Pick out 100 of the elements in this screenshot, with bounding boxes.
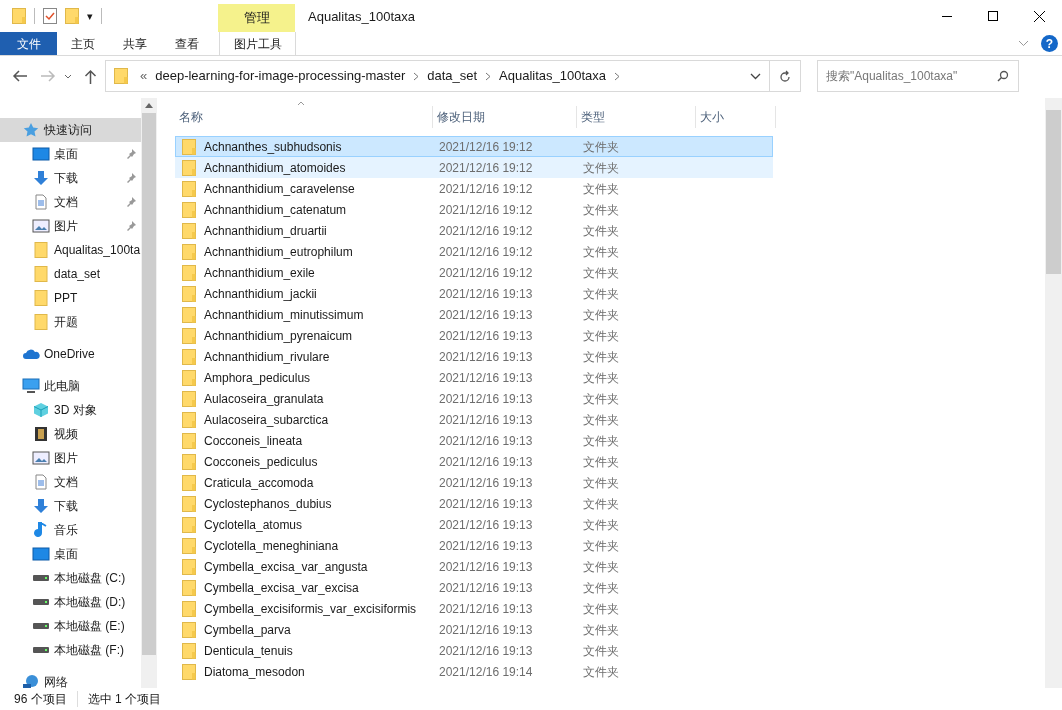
nav-item[interactable]: 3D 对象 <box>0 398 141 422</box>
nav-item[interactable]: 下载 <box>0 494 141 518</box>
nav-item[interactable]: 本地磁盘 (C:) <box>0 566 141 590</box>
chevron-right-icon[interactable] <box>614 71 621 81</box>
back-arrow-icon[interactable] <box>12 69 28 83</box>
column-header[interactable]: 类型 <box>577 106 696 128</box>
nav-item[interactable]: 文档 <box>0 470 141 494</box>
breadcrumb-segment[interactable]: deep-learning-for-image-processing-master <box>155 66 406 86</box>
nav-item[interactable]: 本地磁盘 (D:) <box>0 590 141 614</box>
scrollbar-thumb[interactable] <box>1046 110 1061 274</box>
search-field[interactable]: 搜索"Aqualitas_100taxa" <box>817 60 1019 92</box>
scrollbar[interactable] <box>1045 98 1062 688</box>
download-arrow-icon <box>32 170 50 186</box>
drive-icon <box>32 598 50 606</box>
modified-date: 2021/12/16 19:12 <box>438 243 534 261</box>
file-row[interactable]: Cymbella_excisa_var_excisa 2021/12/16 19:13 文件夹 <box>175 577 773 598</box>
address-bar[interactable]: « deep-learning-for-image-processing-master data_set Aqualitas_100taxa <box>105 60 801 92</box>
scrollbar[interactable] <box>141 98 157 688</box>
ribbon-tab[interactable]: 图片工具 <box>219 32 296 55</box>
ribbon-tab[interactable]: 共享 <box>109 32 161 55</box>
column-header[interactable]: 名称 <box>175 106 433 128</box>
file-row[interactable]: Cocconeis_pediculus 2021/12/16 19:13 文件夹 <box>175 451 773 472</box>
ribbon-tab[interactable]: 查看 <box>161 32 213 55</box>
item-type: 文件夹 <box>582 327 619 345</box>
nav-item[interactable]: 图片 <box>0 214 141 238</box>
nav-section[interactable]: 网络 <box>0 670 141 688</box>
nav-item[interactable]: data_set <box>0 262 141 286</box>
file-row[interactable]: Cymbella_parva 2021/12/16 19:13 文件夹 <box>175 619 773 640</box>
column-header[interactable]: 修改日期 <box>433 106 577 128</box>
file-row[interactable]: Cyclotella_atomus 2021/12/16 19:13 文件夹 <box>175 514 773 535</box>
nav-item[interactable]: 下载 <box>0 166 141 190</box>
file-row[interactable]: Achnanthidium_rivulare 2021/12/16 19:13 文件夹 <box>175 346 773 367</box>
refresh-icon[interactable] <box>779 69 791 83</box>
file-row[interactable]: Achnanthes_subhudsonis 2021/12/16 19:12 文件夹 <box>175 136 773 157</box>
expand-ribbon-icon[interactable] <box>1018 40 1029 47</box>
file-row[interactable]: Achnanthidium_caravelense 2021/12/16 19:12 文件夹 <box>175 178 773 199</box>
file-row[interactable]: Cocconeis_lineata 2021/12/16 19:13 文件夹 <box>175 430 773 451</box>
forward-arrow-icon[interactable] <box>40 69 56 83</box>
nav-item[interactable]: 桌面 <box>0 542 141 566</box>
item-type: 文件夹 <box>582 306 619 324</box>
column-header[interactable]: 大小 <box>696 106 776 128</box>
nav-section[interactable]: OneDrive <box>0 342 141 366</box>
nav-label: 音乐 <box>54 522 78 539</box>
nav-section[interactable]: 快速访问 <box>0 118 141 142</box>
nav-section[interactable]: 此电脑 <box>0 374 141 398</box>
nav-item[interactable]: Aqualitas_100ta <box>0 238 141 262</box>
file-row[interactable]: Amphora_pediculus 2021/12/16 19:13 文件夹 <box>175 367 773 388</box>
nav-item[interactable]: 本地磁盘 (F:) <box>0 638 141 662</box>
modified-date: 2021/12/16 19:12 <box>438 138 534 156</box>
file-row[interactable]: Craticula_accomoda 2021/12/16 19:13 文件夹 <box>175 472 773 493</box>
file-row[interactable]: Achnanthidium_pyrenaicum 2021/12/16 19:13 文件夹 <box>175 325 773 346</box>
breadcrumb-segment[interactable]: data_set <box>427 66 478 86</box>
download-arrow-icon <box>32 498 50 514</box>
dropdown-caret-icon[interactable] <box>750 72 761 80</box>
history-caret-icon[interactable] <box>64 73 72 79</box>
chevron-right-icon[interactable] <box>485 71 492 81</box>
chevron-right-icon[interactable] <box>413 71 420 81</box>
scroll-up-icon[interactable] <box>145 103 153 108</box>
file-row[interactable]: Achnanthidium_catenatum 2021/12/16 19:12 文件夹 <box>175 199 773 220</box>
folder-icon <box>32 242 50 258</box>
nav-item[interactable]: 图片 <box>0 446 141 470</box>
nav-item[interactable]: 开题 <box>0 310 141 334</box>
nav-label: 文档 <box>54 474 78 491</box>
nav-item[interactable]: 本地磁盘 (E:) <box>0 614 141 638</box>
file-row[interactable]: Diatoma_mesodon 2021/12/16 19:14 文件夹 <box>175 661 773 682</box>
ribbon-tab[interactable]: 主页 <box>57 32 109 55</box>
nav-item[interactable]: PPT <box>0 286 141 310</box>
up-arrow-icon[interactable] <box>84 68 97 84</box>
modified-date: 2021/12/16 19:12 <box>438 201 534 219</box>
help-button[interactable]: ? <box>1041 35 1058 52</box>
nav-item[interactable]: 桌面 <box>0 142 141 166</box>
item-type: 文件夹 <box>582 411 619 429</box>
file-row[interactable]: Aulacoseira_subarctica 2021/12/16 19:13 文件夹 <box>175 409 773 430</box>
breadcrumb-segment[interactable]: Aqualitas_100taxa <box>499 66 607 86</box>
file-row[interactable]: Cymbella_excisiformis_var_excisiformis 2021/12/16 19:13 文件夹 <box>175 598 773 619</box>
nav-label: 开题 <box>54 314 78 331</box>
nav-label: 图片 <box>54 450 78 467</box>
customize-toolbar-button[interactable]: ▾ <box>87 10 93 22</box>
nav-item[interactable]: 文档 <box>0 190 141 214</box>
file-row[interactable]: Achnanthidium_jackii 2021/12/16 19:13 文件夹 <box>175 283 773 304</box>
nav-item[interactable]: 视频 <box>0 422 141 446</box>
file-row[interactable]: Cyclostephanos_dubius 2021/12/16 19:13 文件夹 <box>175 493 773 514</box>
file-name: Achnanthidium_jackii <box>204 285 317 303</box>
ribbon-tab[interactable]: 文件 <box>0 32 57 55</box>
folder-icon <box>182 138 196 155</box>
file-row[interactable]: Achnanthidium_exile 2021/12/16 19:12 文件夹 <box>175 262 773 283</box>
scrollbar-thumb[interactable] <box>142 113 156 655</box>
file-row[interactable]: Aulacoseira_granulata 2021/12/16 19:13 文件夹 <box>175 388 773 409</box>
nav-item[interactable]: 音乐 <box>0 518 141 542</box>
file-row[interactable]: Achnanthidium_eutrophilum 2021/12/16 19:12 文件夹 <box>175 241 773 262</box>
file-row[interactable]: Achnanthidium_atomoides 2021/12/16 19:12 文件夹 <box>175 157 773 178</box>
file-row[interactable]: Denticula_tenuis 2021/12/16 19:13 文件夹 <box>175 640 773 661</box>
modified-date: 2021/12/16 19:13 <box>438 411 534 429</box>
file-row[interactable]: Cymbella_excisa_var_angusta 2021/12/16 19:13 文件夹 <box>175 556 773 577</box>
checklist-icon[interactable] <box>43 8 57 24</box>
file-row[interactable]: Cyclotella_meneghiniana 2021/12/16 19:13 文件夹 <box>175 535 773 556</box>
folder-icon <box>182 369 196 386</box>
file-row[interactable]: Achnanthidium_minutissimum 2021/12/16 19:13 文件夹 <box>175 304 773 325</box>
file-row[interactable]: Achnanthidium_druartii 2021/12/16 19:12 文件夹 <box>175 220 773 241</box>
overflow-chevron[interactable]: « <box>140 66 148 86</box>
